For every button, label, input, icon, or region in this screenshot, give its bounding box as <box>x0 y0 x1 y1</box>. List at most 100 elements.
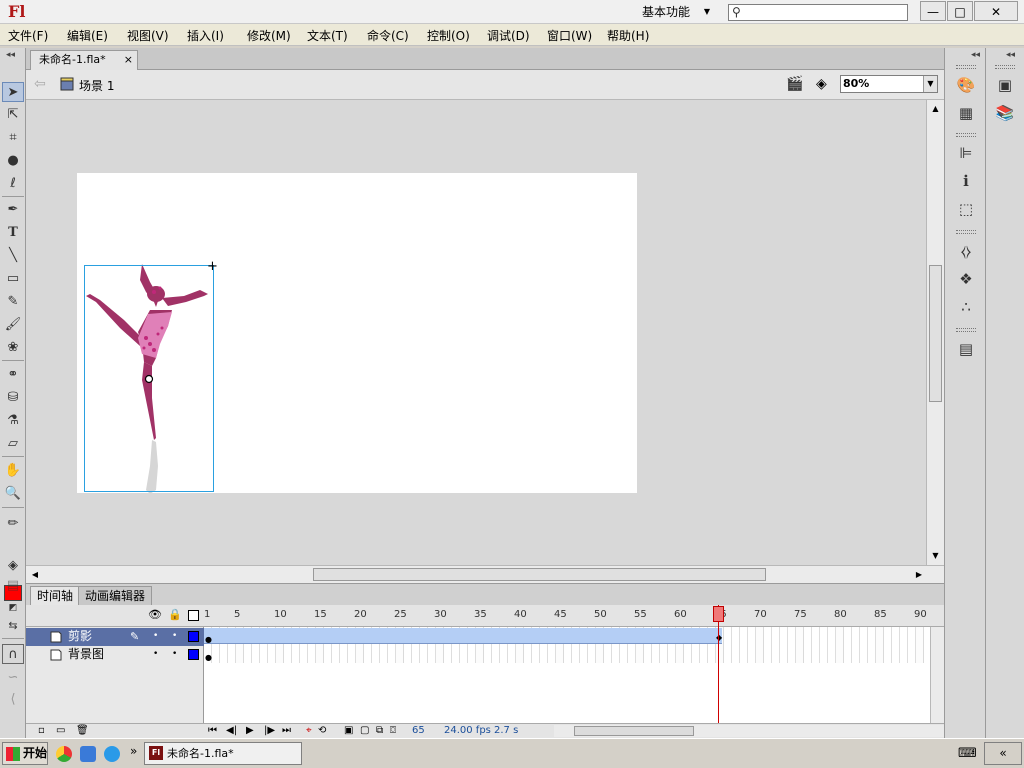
menu-edit[interactable]: 编辑(E) <box>67 27 108 44</box>
menu-commands[interactable]: 命令(C) <box>367 27 409 44</box>
menu-help[interactable]: 帮助(H) <box>607 27 649 44</box>
scroll-up-icon[interactable]: ▲ <box>929 102 942 116</box>
motion-presets-panel-icon[interactable]: ∴ <box>954 296 978 318</box>
zoom-tool-icon[interactable]: 🔍 <box>2 484 24 504</box>
menu-control[interactable]: 控制(O) <box>427 27 470 44</box>
components-panel-icon[interactable]: ❖ <box>954 268 978 290</box>
scrollbar-thumb[interactable] <box>929 265 942 402</box>
panel-grip[interactable] <box>956 328 976 332</box>
motion-tween-span[interactable] <box>204 628 722 644</box>
keyframe-dot[interactable]: ● <box>205 653 212 662</box>
app-quicklaunch-icon[interactable] <box>80 746 96 762</box>
menu-text[interactable]: 文本(T) <box>307 27 348 44</box>
straighten-icon[interactable]: ⟨ <box>2 690 24 710</box>
play-icon[interactable]: ▶ <box>246 724 254 738</box>
eyedropper-tool-icon[interactable]: ⚗ <box>2 411 24 431</box>
minimize-button[interactable]: — <box>920 1 946 21</box>
transform-panel-icon[interactable]: ⬚ <box>954 198 978 220</box>
scroll-right-icon[interactable]: ▶ <box>912 568 926 581</box>
layer-row[interactable]: 背景图 • • <box>26 646 204 664</box>
black-white-icon[interactable]: ◩ <box>2 598 24 618</box>
pen-tool-icon[interactable]: ✒ <box>2 200 24 220</box>
expand-icon[interactable]: ◂◂ <box>971 50 980 60</box>
taskbar-item[interactable]: Fl 未命名-1.fla* <box>144 742 302 765</box>
smooth-icon[interactable]: ∽ <box>2 668 24 688</box>
menu-insert[interactable]: 插入(I) <box>187 27 224 44</box>
visibility-dot[interactable]: • <box>153 628 158 645</box>
pencil-tool-icon[interactable]: ✎ <box>2 292 24 312</box>
visibility-dot[interactable]: • <box>153 646 158 663</box>
loop-icon[interactable]: ⟲ <box>318 724 326 738</box>
current-frame[interactable]: 65 <box>412 725 425 736</box>
start-button[interactable]: 开始 <box>2 742 48 765</box>
tab-timeline[interactable]: 时间轴 <box>30 586 81 606</box>
menu-modify[interactable]: 修改(M) <box>247 27 291 44</box>
lock-dot[interactable]: • <box>172 646 177 663</box>
selection-tool-icon[interactable]: ➤ <box>2 82 24 102</box>
onion-outline-icon[interactable]: ▢ <box>360 724 369 738</box>
playhead-handle[interactable] <box>713 606 724 622</box>
step-back-icon[interactable]: ◀| <box>226 724 237 738</box>
subselection-tool-icon[interactable]: ⇱ <box>2 105 24 125</box>
bone-tool-icon[interactable]: ⚭ <box>2 365 24 385</box>
keyframe-dot[interactable]: ◆ <box>716 633 722 642</box>
free-transform-tool-icon[interactable]: ⌗ <box>2 128 24 148</box>
info-panel-icon[interactable]: ℹ <box>954 170 978 192</box>
panel-grip[interactable] <box>956 230 976 234</box>
workspace-switcher[interactable]: 基本功能 ▼ <box>634 2 714 22</box>
brush-tool-icon[interactable]: 🖌 <box>2 315 24 335</box>
panel-grip[interactable] <box>995 65 1015 69</box>
edit-symbols-icon[interactable]: ◈ <box>816 76 827 92</box>
lasso-tool-icon[interactable]: ℓ <box>2 174 24 194</box>
properties-panel-icon[interactable]: ▣ <box>993 74 1017 96</box>
eraser-tool-icon[interactable]: ▱ <box>2 434 24 454</box>
edit-multiple-frames-icon[interactable]: ⧉ <box>376 724 383 738</box>
center-frame-icon[interactable]: ⌖ <box>306 724 312 738</box>
layer-row[interactable]: 剪影 ✎ • • <box>26 628 204 646</box>
fill-color-icon[interactable]: ◈ <box>2 556 24 576</box>
go-to-first-icon[interactable]: ⏮ <box>208 724 217 738</box>
scrollbar-thumb[interactable] <box>574 726 694 736</box>
tab-motion-editor[interactable]: 动画编辑器 <box>78 586 153 606</box>
stroke-color-icon[interactable]: ✏ <box>2 514 24 534</box>
delete-layer-icon[interactable]: 🗑 <box>76 724 89 738</box>
text-tool-icon[interactable]: T <box>2 223 24 243</box>
keyboard-icon[interactable]: ⌨ <box>958 746 977 761</box>
edit-scene-icon[interactable]: 🎬 <box>786 76 803 92</box>
chevron-down-icon[interactable]: ▼ <box>923 76 937 92</box>
new-layer-icon[interactable]: ▫ <box>38 724 45 738</box>
paint-bucket-tool-icon[interactable]: ⛁ <box>2 388 24 408</box>
modify-markers-icon[interactable]: ⌼ <box>390 724 396 738</box>
eye-icon[interactable]: 👁 <box>148 608 162 621</box>
help-search-input[interactable]: ⚲ <box>728 4 908 21</box>
selection-bounding-box[interactable] <box>84 265 214 492</box>
scrollbar-thumb[interactable] <box>313 568 766 581</box>
panel-grip[interactable] <box>956 133 976 137</box>
frames-area[interactable]: ● ◆ ● <box>204 627 930 723</box>
project-panel-icon[interactable]: ▤ <box>954 338 978 360</box>
back-arrow-icon[interactable]: ⇦ <box>34 76 46 92</box>
panel-grip[interactable] <box>956 65 976 69</box>
rectangle-tool-icon[interactable]: ▭ <box>2 269 24 289</box>
scroll-left-icon[interactable]: ◀ <box>28 568 42 581</box>
layer-color-swatch[interactable] <box>188 649 199 660</box>
timeline-horizontal-scrollbar[interactable] <box>554 725 954 737</box>
lock-dot[interactable]: • <box>172 628 177 645</box>
hand-tool-icon[interactable]: ✋ <box>2 461 24 481</box>
snap-to-objects-icon[interactable]: ∩ <box>2 644 24 664</box>
menu-debug[interactable]: 调试(D) <box>487 27 530 44</box>
swatches-panel-icon[interactable]: ▦ <box>954 102 978 124</box>
menu-view[interactable]: 视图(V) <box>127 27 169 44</box>
onion-skin-icon[interactable]: ▣ <box>344 724 353 738</box>
layer-name[interactable]: 背景图 <box>68 646 104 663</box>
layer-name[interactable]: 剪影 <box>68 628 92 645</box>
timeline-vertical-scrollbar[interactable] <box>930 627 944 723</box>
library-panel-icon[interactable]: 📚 <box>993 102 1017 124</box>
quicklaunch-chevron[interactable]: » <box>130 744 137 758</box>
zoom-select[interactable]: 80% ▼ <box>840 75 938 93</box>
internet-explorer-icon[interactable] <box>104 746 120 762</box>
chrome-icon[interactable] <box>56 746 72 762</box>
restore-button[interactable]: □ <box>947 1 973 21</box>
layer-color-swatch[interactable] <box>188 631 199 642</box>
deco-tool-icon[interactable]: ❀ <box>2 338 24 358</box>
